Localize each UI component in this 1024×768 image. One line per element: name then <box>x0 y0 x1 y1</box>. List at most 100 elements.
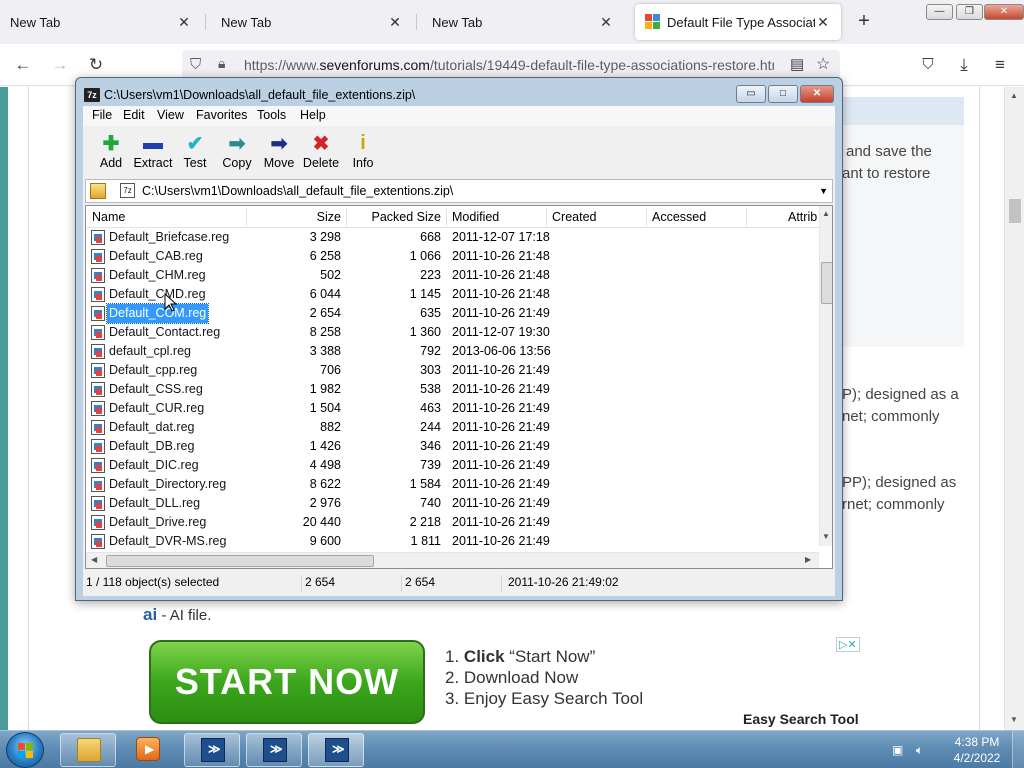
tab-default-file-type[interactable]: Default File Type Association ✕ <box>635 4 841 40</box>
folder-up-icon[interactable] <box>90 183 106 199</box>
file-name[interactable]: Default_CAB.reg <box>107 247 205 266</box>
taskbar-powershell-3[interactable]: ≫ <box>308 733 364 767</box>
back-icon[interactable]: ← <box>11 53 35 77</box>
menu-icon[interactable]: ≡ <box>988 53 1012 77</box>
col-packed-size[interactable]: Packed Size <box>356 210 441 224</box>
taskbar-powershell-2[interactable]: ≫ <box>246 733 302 767</box>
url-text[interactable]: https://www.sevenforums.com/tutorials/19… <box>244 57 774 73</box>
list-vscroll-thumb[interactable] <box>821 262 832 304</box>
ai-term-name[interactable]: ai <box>143 605 157 624</box>
col-attrib[interactable]: Attrib <box>788 210 817 224</box>
file-name[interactable]: default_cpl.reg <box>107 342 193 361</box>
table-row[interactable]: Default_CMD.reg 6 044 1 145 2011-10-26 21:4… <box>86 285 819 304</box>
url-bar[interactable]: ⛉ 🔒︎ https://www.sevenforums.com/tutoria… <box>182 50 840 80</box>
start-button[interactable] <box>6 732 44 768</box>
network-icon[interactable]: ▣ <box>892 743 906 757</box>
toolbar-info-button[interactable]: i Info <box>341 131 385 171</box>
taskbar-media-player[interactable]: ▶ <box>120 733 176 767</box>
table-row[interactable]: Default_DLL.reg 2 976 740 2011-10-26 21:49 <box>86 494 819 513</box>
lock-icon[interactable]: 🔒︎ <box>218 55 225 72</box>
toolbar-move-button[interactable]: ➡ Move <box>257 131 301 171</box>
toolbar-test-button[interactable]: ✔ Test <box>173 131 217 171</box>
7zip-minimize-button[interactable]: ▭ <box>736 85 766 103</box>
tab-new-tab-3[interactable]: New Tab ✕ <box>422 4 624 40</box>
forward-icon[interactable]: → <box>48 53 72 77</box>
menu-help[interactable]: Help <box>300 108 326 122</box>
list-hscroll-thumb[interactable] <box>106 555 374 567</box>
table-row[interactable]: Default_Briefcase.reg 3 298 668 2011-12-07 … <box>86 228 819 247</box>
menu-file[interactable]: File <box>92 108 112 122</box>
page-scroll-thumb[interactable] <box>1009 199 1021 223</box>
7zip-path-bar[interactable]: 7z C:\Users\vm1\Downloads\all_default_fi… <box>85 179 833 203</box>
table-row[interactable]: Default_DB.reg 1 426 346 2011-10-26 21:49 <box>86 437 819 456</box>
table-row[interactable]: Default_dat.reg 882 244 2011-10-26 21:49 <box>86 418 819 437</box>
file-name[interactable]: Default_cpp.reg <box>107 361 199 380</box>
file-name[interactable]: Default_Briefcase.reg <box>107 228 231 247</box>
tab-new-tab-1[interactable]: New Tab ✕ <box>0 4 202 40</box>
scroll-left-icon[interactable]: ◀ <box>91 555 97 564</box>
scroll-down-icon[interactable]: ▼ <box>1010 715 1018 724</box>
file-name[interactable]: Default_dat.reg <box>107 418 196 437</box>
file-name[interactable]: Default_CHM.reg <box>107 266 208 285</box>
table-row[interactable]: Default_CHM.reg 502 223 2011-10-26 21:48 <box>86 266 819 285</box>
table-row[interactable]: Default_CUR.reg 1 504 463 2011-10-26 21:49 <box>86 399 819 418</box>
volume-icon[interactable]: 🔈︎ <box>916 743 930 757</box>
file-name[interactable]: Default_DB.reg <box>107 437 196 456</box>
taskbar-explorer[interactable] <box>60 733 116 767</box>
new-tab-button[interactable]: + <box>854 11 874 31</box>
col-accessed[interactable]: Accessed <box>652 210 706 224</box>
menu-edit[interactable]: Edit <box>123 108 145 122</box>
ad-banner[interactable]: START NOW 1. Click “Start Now” 2. Downlo… <box>140 635 868 727</box>
file-name[interactable]: Default_COM.reg <box>105 303 210 324</box>
table-row[interactable]: default_cpl.reg 3 388 792 2013-06-06 13:56 <box>86 342 819 361</box>
table-row[interactable]: Default_COM.reg 2 654 635 2011-10-26 21:49 <box>86 303 819 324</box>
col-divider[interactable] <box>346 208 347 226</box>
7zip-path-text[interactable]: C:\Users\vm1\Downloads\all_default_file_… <box>142 184 453 198</box>
7zip-close-button[interactable]: ✕ <box>800 85 834 103</box>
7zip-titlebar[interactable]: 7z C:\Users\vm1\Downloads\all_default_fi… <box>84 84 415 106</box>
file-name[interactable]: Default_Contact.reg <box>107 323 222 342</box>
file-name[interactable]: Default_CUR.reg <box>107 399 206 418</box>
ad-start-now-button[interactable]: START NOW <box>149 640 425 724</box>
chevron-down-icon[interactable]: ▼ <box>819 186 828 196</box>
menu-view[interactable]: View <box>157 108 184 122</box>
7zip-maximize-button[interactable]: □ <box>768 85 798 103</box>
close-icon[interactable]: ✕ <box>387 14 403 31</box>
table-row[interactable]: Default_DVR-MS.reg 9 600 1 811 2011-10-26 2… <box>86 532 819 551</box>
7zip-file-list[interactable]: Name Size Packed Size Modified Created A… <box>85 205 833 569</box>
col-created[interactable]: Created <box>552 210 596 224</box>
ad-brand[interactable]: Easy Search Tool <box>743 711 859 727</box>
close-icon[interactable]: ✕ <box>176 14 192 31</box>
page-scrollbar[interactable]: ▲ ▼ <box>1004 87 1024 730</box>
menu-favorites[interactable]: Favorites <box>196 108 247 122</box>
file-name[interactable]: Default_DIC.reg <box>107 456 201 475</box>
scroll-up-icon[interactable]: ▲ <box>1010 91 1018 100</box>
download-icon[interactable]: ⤓ <box>952 53 976 77</box>
close-window-button[interactable]: ✕ <box>984 4 1024 20</box>
col-modified[interactable]: Modified <box>452 210 499 224</box>
col-divider[interactable] <box>246 208 247 226</box>
toolbar-extract-button[interactable]: ▬ Extract <box>131 131 175 171</box>
toolbar-copy-button[interactable]: ➡ Copy <box>215 131 259 171</box>
menu-tools[interactable]: Tools <box>257 108 286 122</box>
table-row[interactable]: Default_DIC.reg 4 498 739 2011-10-26 21:49 <box>86 456 819 475</box>
file-name[interactable]: Default_CMD.reg <box>107 285 208 304</box>
table-row[interactable]: Default_Drive.reg 20 440 2 218 2011-10-26 2… <box>86 513 819 532</box>
table-row[interactable]: Default_Directory.reg 8 622 1 584 2011-10-2… <box>86 475 819 494</box>
pocket-icon[interactable]: ⛉ <box>916 53 940 77</box>
table-row[interactable]: Default_CSS.reg 1 982 538 2011-10-26 21:49 <box>86 380 819 399</box>
scroll-down-icon[interactable]: ▼ <box>822 532 830 541</box>
file-name[interactable]: Default_CSS.reg <box>107 380 205 399</box>
table-row[interactable]: Default_CAB.reg 6 258 1 066 2011-10-26 21:4… <box>86 247 819 266</box>
scroll-right-icon[interactable]: ▶ <box>805 555 811 564</box>
list-vertical-scrollbar[interactable]: ▲ ▼ <box>819 206 832 546</box>
col-divider[interactable] <box>546 208 547 226</box>
file-name[interactable]: Default_Drive.reg <box>107 513 208 532</box>
close-icon[interactable]: ✕ <box>598 14 614 31</box>
reader-view-icon[interactable]: ▤ <box>790 55 804 73</box>
col-divider[interactable] <box>446 208 447 226</box>
col-divider[interactable] <box>646 208 647 226</box>
scroll-up-icon[interactable]: ▲ <box>822 209 830 218</box>
reload-icon[interactable]: ↻ <box>84 53 108 77</box>
file-name[interactable]: Default_DLL.reg <box>107 494 202 513</box>
